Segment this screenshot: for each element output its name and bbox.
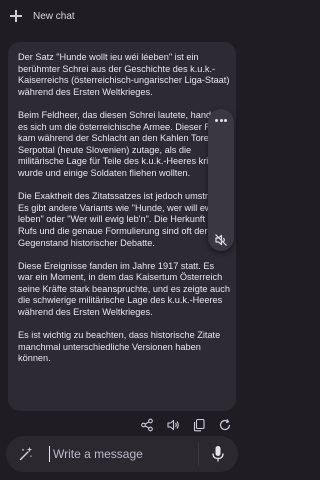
assistant-message-bubble: Der Satz "Hunde wollt ieu wéi léeben" is… [8,42,236,411]
speaker-off-icon[interactable] [214,233,228,247]
message-text: Der Satz "Hunde wollt ieu wéi léeben" is… [18,52,230,377]
copy-icon[interactable] [192,418,206,432]
divider [198,442,199,466]
message-actions [138,418,238,432]
message-paragraph: Der Satz "Hunde wollt ieu wéi léeben" is… [18,52,230,97]
floating-side-menu [208,109,234,251]
message-paragraph: Diese Ereignisse fanden im Jahre 1917 st… [18,260,230,318]
message-paragraph: Beim Feldheer, das diesen Schrei lautete… [18,109,228,178]
message-paragraph: Die Exaktheit des Zitatssatzes ist jedoc… [18,191,228,248]
share-icon[interactable] [140,418,154,432]
text-cursor [49,446,50,462]
message-paragraph: Es ist wichtig zu beachten, dass histori… [18,330,221,364]
more-horizontal-icon[interactable] [215,119,227,123]
magic-wand-icon[interactable] [18,446,34,462]
regenerate-icon[interactable] [218,418,232,432]
microphone-icon[interactable] [211,445,225,463]
plus-icon[interactable] [10,10,22,22]
speaker-icon[interactable] [166,418,180,432]
header-bar: New chat [0,0,244,34]
message-input[interactable]: Write a message [53,445,203,463]
composer-bar: Write a message [6,436,238,472]
new-chat-button[interactable]: New chat [33,11,75,22]
